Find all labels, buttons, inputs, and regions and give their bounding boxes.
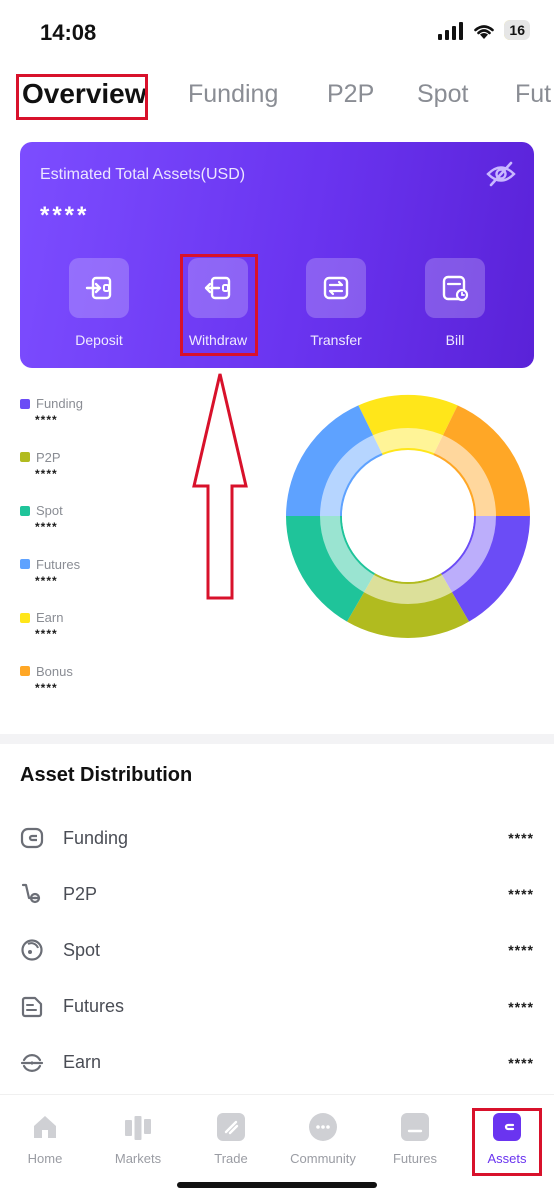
p2p-icon (21, 884, 41, 904)
transfer-icon (306, 258, 366, 318)
asset-donut-chart (286, 394, 530, 638)
status-icons: 16 (438, 20, 530, 40)
nav-label: Futures (392, 1151, 438, 1166)
distribution-name: Futures (63, 996, 125, 1017)
hide-balance-icon[interactable] (486, 160, 516, 188)
distribution-row-futures[interactable]: Futures **** (0, 979, 554, 1035)
asset-legend: Funding **** P2P **** Spot **** Futures … (20, 396, 83, 718)
distribution-value: **** (508, 942, 534, 959)
deposit-label: Deposit (75, 332, 123, 348)
legend-swatch (20, 612, 30, 623)
donut-hole (342, 450, 474, 582)
signal-icon (438, 22, 464, 40)
battery-icon: 16 (504, 20, 530, 40)
annotation-box-withdraw (180, 254, 258, 356)
home-icon (31, 1113, 59, 1141)
status-bar: 14:08 16 (0, 0, 554, 62)
tab-funding[interactable]: Funding (188, 80, 278, 109)
wifi-icon (474, 25, 495, 39)
deposit-button[interactable]: Deposit (49, 258, 149, 348)
section-divider (0, 734, 554, 744)
legend-swatch (20, 452, 30, 463)
trade-icon (217, 1113, 245, 1141)
transfer-button[interactable]: Transfer (286, 258, 386, 348)
futures-icon (21, 996, 43, 1017)
annotation-arrow-up (192, 373, 248, 600)
community-icon (309, 1113, 337, 1141)
tab-spot[interactable]: Spot (417, 80, 468, 109)
asset-distribution-list: Funding **** P2P **** Spot **** Futures … (0, 810, 554, 1091)
bill-label: Bill (445, 332, 465, 348)
distribution-row-spot[interactable]: Spot **** (0, 922, 554, 978)
asset-distribution-title: Asset Distribution (20, 764, 193, 786)
futures-nav-icon (401, 1113, 429, 1141)
status-time: 14:08 (40, 20, 97, 45)
legend-label: P2P (36, 449, 61, 465)
nav-label: Markets (114, 1151, 162, 1166)
legend-item-funding: Funding **** (20, 396, 83, 450)
distribution-value: **** (508, 1054, 534, 1071)
legend-label: Earn (36, 610, 64, 626)
legend-value: **** (35, 466, 58, 481)
legend-item-spot: Spot **** (20, 503, 83, 557)
nav-home[interactable]: Home (5, 1113, 85, 1166)
legend-label: Bonus (36, 663, 73, 679)
annotation-box-overview (16, 74, 148, 120)
distribution-name: P2P (63, 883, 98, 904)
annotation-box-assets (472, 1108, 542, 1176)
distribution-name: Funding (63, 827, 129, 848)
nav-markets[interactable]: Markets (98, 1113, 178, 1166)
distribution-value: **** (508, 830, 534, 847)
distribution-row-earn[interactable]: Earn **** (0, 1035, 554, 1091)
distribution-name: Earn (63, 1052, 102, 1073)
legend-swatch (20, 559, 30, 570)
total-assets-card: Estimated Total Assets(USD) **** Deposit… (20, 142, 534, 368)
nav-label: Community (290, 1151, 356, 1166)
distribution-value: **** (508, 886, 534, 903)
spot-icon (21, 939, 43, 962)
legend-label: Spot (36, 503, 63, 519)
legend-swatch (20, 398, 30, 409)
distribution-row-p2p[interactable]: P2P **** (0, 866, 554, 922)
nav-label: Trade (214, 1151, 248, 1166)
legend-value: **** (35, 520, 58, 535)
tab-p2p[interactable]: P2P (327, 80, 374, 109)
earn-icon (20, 1053, 44, 1072)
battery-level: 16 (504, 20, 530, 40)
nav-trade[interactable]: Trade (191, 1113, 271, 1166)
legend-label: Futures (36, 556, 81, 572)
legend-item-futures: Futures **** (20, 557, 83, 611)
legend-label: Funding (36, 396, 83, 411)
legend-swatch (20, 666, 30, 677)
home-indicator (177, 1182, 377, 1188)
legend-value: **** (35, 627, 58, 642)
deposit-icon (69, 258, 129, 318)
legend-item-earn: Earn **** (20, 610, 83, 664)
transfer-label: Transfer (310, 332, 362, 348)
nav-futures[interactable]: Futures (375, 1113, 455, 1166)
distribution-row-funding[interactable]: Funding **** (0, 810, 554, 866)
wallet-icon (20, 827, 44, 849)
nav-label: Home (27, 1151, 63, 1166)
legend-value: **** (35, 413, 58, 427)
legend-item-bonus: Bonus **** (20, 664, 83, 718)
total-assets-value: **** (40, 202, 90, 229)
total-assets-label: Estimated Total Assets(USD) (40, 166, 246, 183)
bill-icon (425, 258, 485, 318)
bill-button[interactable]: Bill (405, 258, 505, 348)
tab-futures[interactable]: Fut (515, 80, 551, 109)
nav-community[interactable]: Community (283, 1113, 363, 1166)
legend-swatch (20, 505, 30, 516)
legend-value: **** (35, 573, 58, 588)
markets-icon (124, 1113, 152, 1141)
legend-item-p2p: P2P **** (20, 450, 83, 504)
legend-value: **** (35, 680, 58, 695)
distribution-value: **** (508, 998, 534, 1015)
distribution-name: Spot (63, 939, 101, 960)
